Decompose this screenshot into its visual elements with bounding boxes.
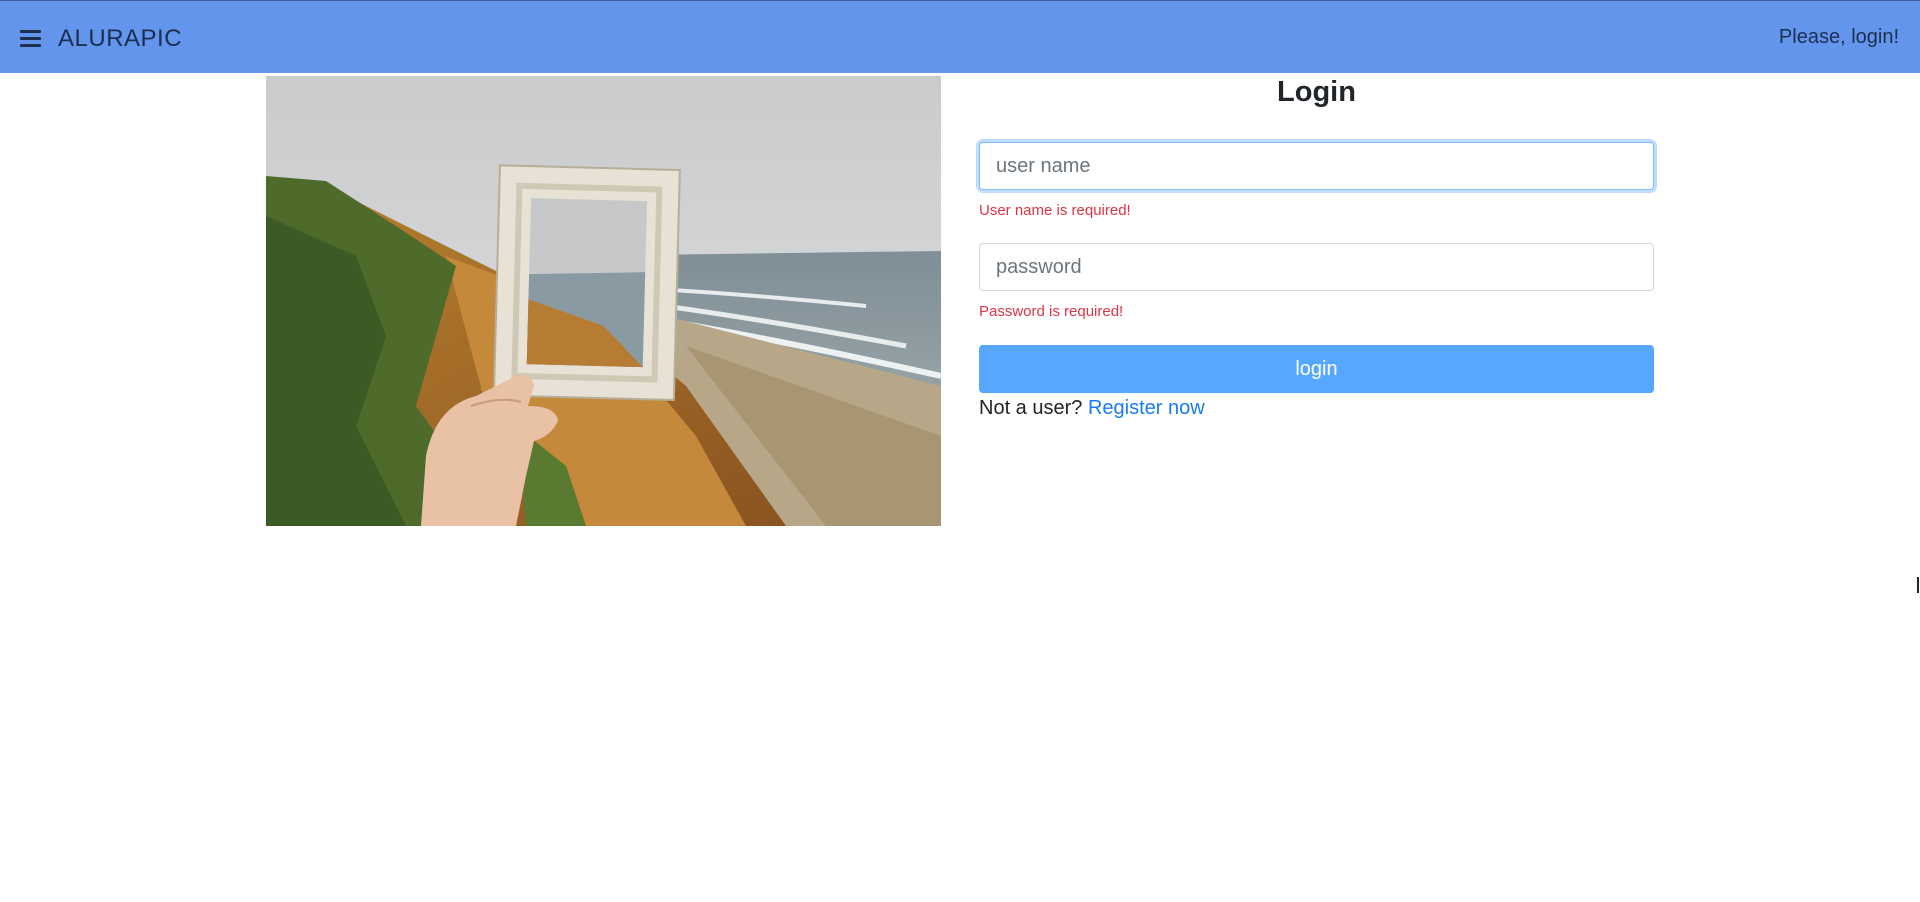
login-button[interactable]: login — [979, 345, 1654, 393]
username-error-message: User name is required! — [979, 202, 1131, 219]
username-input[interactable] — [979, 142, 1654, 190]
login-title: Login — [1277, 76, 1356, 108]
register-link[interactable]: Register now — [1088, 397, 1205, 419]
brand-logo-text[interactable]: ALURAPIC — [58, 25, 182, 53]
password-input[interactable] — [979, 243, 1654, 291]
top-navbar: ALURAPIC Please, login! — [0, 0, 1920, 73]
register-prompt: Not a user? Register now — [979, 397, 1205, 420]
register-prompt-text: Not a user? — [979, 397, 1083, 419]
text-cursor — [1917, 577, 1919, 593]
login-status-text: Please, login! — [1778, 26, 1899, 48]
hero-image — [266, 76, 941, 526]
hamburger-menu-icon[interactable] — [20, 30, 41, 48]
password-error-message: Password is required! — [979, 303, 1124, 320]
